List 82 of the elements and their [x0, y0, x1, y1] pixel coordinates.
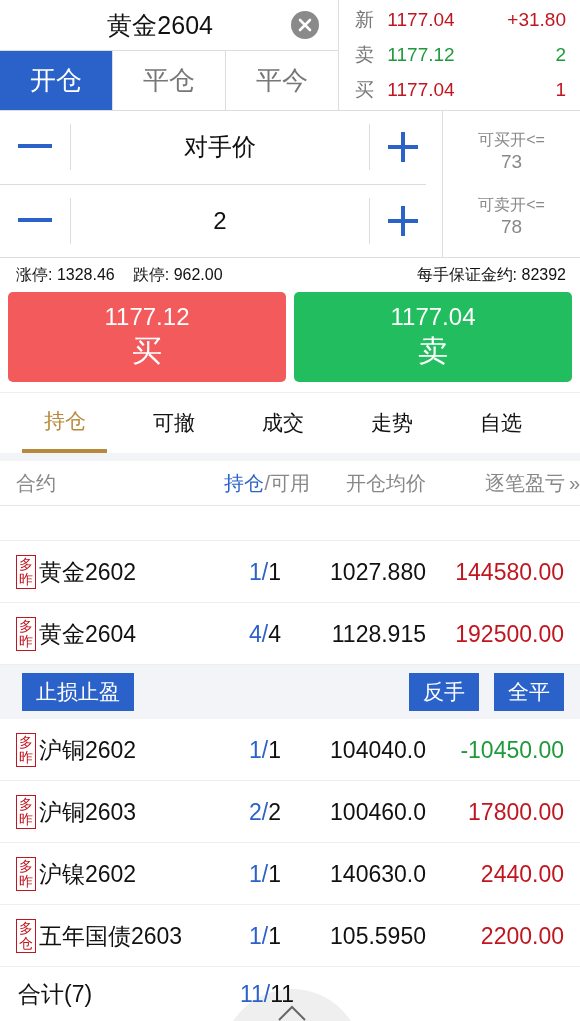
held-quantity: 1/	[249, 922, 269, 950]
quote-value: 1	[554, 79, 566, 102]
contract-title[interactable]: 黄金2604	[0, 8, 291, 42]
total-available: 11	[270, 980, 295, 1008]
position-tag: 多昨	[16, 794, 36, 830]
limit-up-text: 涨停: 1328.46	[16, 264, 115, 285]
contract-name[interactable]: 沪镍2602	[39, 858, 137, 890]
quantity-field[interactable]: 2	[70, 197, 370, 244]
avg-price: 105.5950	[329, 922, 426, 950]
caret-icon[interactable]	[277, 1005, 307, 1021]
held-quantity: 1/	[249, 736, 269, 764]
limit-down-text: 跌停: 962.00	[132, 264, 223, 285]
held-quantity: 1/	[249, 860, 269, 888]
section-tab[interactable]: 走势	[337, 393, 446, 453]
limit-label: 可买开<=	[477, 130, 546, 150]
pnl-value: 192500.00	[454, 620, 565, 648]
column-header[interactable]: 合约	[16, 469, 56, 497]
available-quantity: 1	[268, 860, 281, 888]
plus-icon[interactable]	[388, 205, 418, 236]
quote-label: 买	[355, 78, 376, 103]
held-quantity: 4/	[249, 620, 269, 648]
position-tag: 多昨	[16, 616, 36, 652]
plus-icon[interactable]	[388, 132, 418, 163]
price-field[interactable]: 对手价	[70, 124, 370, 171]
position-tag: 多仓	[16, 918, 36, 954]
pnl-value: 2440.00	[479, 860, 565, 888]
limit-value: 78	[499, 216, 524, 238]
column-header[interactable]: /可用	[264, 469, 310, 497]
buy-button[interactable]: 1177.12 买	[8, 292, 286, 382]
order-tab[interactable]: 开仓	[0, 51, 113, 110]
total-held: 11/	[239, 980, 271, 1008]
quote-value: 2	[554, 44, 566, 66]
pnl-value: 144580.00	[454, 558, 565, 586]
avg-price: 1027.880	[329, 558, 426, 586]
section-tab[interactable]: 成交	[228, 393, 337, 453]
contract-name[interactable]: 沪铜2602	[39, 734, 137, 766]
position-tag: 多昨	[16, 732, 36, 768]
minus-icon[interactable]	[18, 144, 52, 151]
quote-value: +31.80	[507, 8, 566, 31]
contract-name[interactable]: 五年国债2603	[39, 920, 183, 952]
available-quantity: 1	[268, 922, 281, 950]
contract-name[interactable]: 沪铜2603	[39, 796, 137, 828]
available-quantity: 4	[268, 620, 281, 648]
clear-icon[interactable]	[290, 10, 321, 40]
avg-price: 100460.0	[329, 798, 426, 826]
available-quantity: 2	[268, 798, 281, 826]
limit-value: 73	[499, 151, 524, 173]
stop-loss-button[interactable]: 止损止盈	[22, 673, 134, 711]
section-tab[interactable]: 自选	[446, 393, 555, 453]
quote-price: 1177.04	[387, 79, 456, 102]
pnl-value: 2200.00	[479, 922, 565, 950]
column-header[interactable]: 逐笔盈亏	[484, 469, 565, 497]
order-tab[interactable]: 平仓	[112, 51, 226, 110]
column-header[interactable]: 开仓均价	[346, 469, 426, 497]
held-quantity: 2/	[249, 798, 269, 826]
minus-icon[interactable]	[18, 217, 52, 224]
order-tab[interactable]: 平今	[225, 51, 339, 110]
avg-price: 140630.0	[329, 860, 426, 888]
available-quantity: 1	[268, 736, 281, 764]
avg-price: 104040.0	[329, 736, 426, 764]
pnl-value: 17800.00	[467, 798, 565, 826]
margin-text: 每手保证金约: 82392	[416, 264, 566, 285]
quote-price: 1177.12	[387, 44, 456, 66]
contract-name[interactable]: 黄金2602	[39, 556, 137, 588]
pnl-value: -10450.00	[459, 736, 565, 764]
position-tag: 多昨	[16, 554, 36, 590]
quote-label: 新	[355, 7, 376, 32]
contract-name[interactable]: 黄金2604	[39, 618, 137, 650]
quote-price: 1177.04	[387, 8, 456, 31]
held-quantity: 1/	[249, 558, 269, 586]
limit-label: 可卖开<=	[477, 195, 546, 215]
action-button[interactable]: 反手	[409, 673, 479, 711]
section-tab[interactable]: 持仓	[22, 393, 107, 453]
quote-label: 卖	[355, 43, 376, 67]
avg-price: 1128.915	[330, 620, 426, 648]
section-tab[interactable]: 可撤	[119, 393, 228, 453]
action-button[interactable]: 全平	[494, 673, 564, 711]
position-tag: 多昨	[16, 856, 36, 892]
more-columns-button[interactable]: »	[568, 471, 580, 495]
total-label: 合计(7)	[17, 979, 94, 1009]
available-quantity: 1	[268, 558, 281, 586]
column-header[interactable]: 持仓	[224, 469, 265, 497]
